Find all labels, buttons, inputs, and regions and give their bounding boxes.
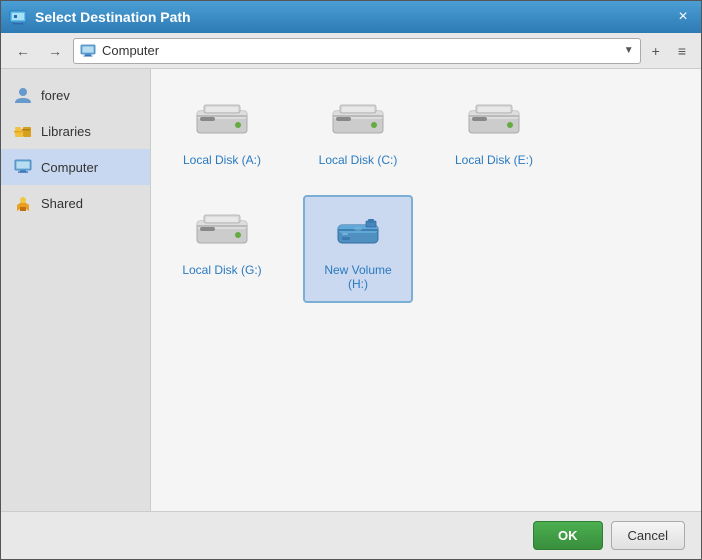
select-destination-dialog: Select Destination Path × ← → Computer ▼… — [0, 0, 702, 560]
cancel-button[interactable]: Cancel — [611, 521, 685, 550]
usb-icon-h — [328, 207, 388, 255]
new-folder-button[interactable]: + — [645, 39, 667, 63]
sidebar-item-shared[interactable]: Shared — [1, 185, 150, 221]
file-item-volume-h[interactable]: New Volume (H:) — [303, 195, 413, 303]
sidebar-item-computer[interactable]: Computer — [1, 149, 150, 185]
file-label-disk-a: Local Disk (A:) — [183, 153, 261, 167]
hdd-icon-e — [464, 97, 524, 145]
sidebar-item-forev[interactable]: forev — [1, 77, 150, 113]
file-grid: Local Disk (A:) Local Disk (C:) — [167, 85, 685, 303]
address-dropdown-icon[interactable]: ▼ — [624, 45, 634, 56]
user-icon — [13, 85, 33, 105]
sidebar: forev Libraries — [1, 69, 151, 511]
sidebar-shared-label: Shared — [41, 196, 83, 211]
file-item-disk-c[interactable]: Local Disk (C:) — [303, 85, 413, 179]
bottom-bar: OK Cancel — [1, 511, 701, 559]
file-label-disk-g: Local Disk (G:) — [182, 263, 261, 277]
address-text: Computer — [102, 43, 618, 58]
hdd-icon-a — [192, 97, 252, 145]
sidebar-item-libraries[interactable]: Libraries — [1, 113, 150, 149]
file-item-disk-a[interactable]: Local Disk (A:) — [167, 85, 277, 179]
hdd-icon-g — [192, 207, 252, 255]
title-bar: Select Destination Path × — [1, 1, 701, 33]
dialog-icon — [9, 8, 27, 26]
sidebar-libraries-label: Libraries — [41, 124, 91, 139]
toolbar: ← → Computer ▼ + ≡ — [1, 33, 701, 69]
libraries-icon — [13, 121, 33, 141]
file-label-disk-c: Local Disk (C:) — [319, 153, 398, 167]
file-area: Local Disk (A:) Local Disk (C:) — [151, 69, 701, 511]
close-button[interactable]: × — [673, 7, 693, 27]
file-item-disk-g[interactable]: Local Disk (G:) — [167, 195, 277, 303]
dialog-title: Select Destination Path — [35, 9, 673, 25]
computer-icon — [13, 157, 33, 177]
hdd-icon-c — [328, 97, 388, 145]
shared-icon — [13, 193, 33, 213]
main-content: forev Libraries — [1, 69, 701, 511]
forward-button[interactable]: → — [41, 39, 69, 63]
sidebar-forev-label: forev — [41, 88, 70, 103]
view-button[interactable]: ≡ — [671, 39, 693, 63]
file-label-volume-h: New Volume (H:) — [315, 263, 401, 291]
address-bar[interactable]: Computer ▼ — [73, 38, 641, 64]
file-item-disk-e[interactable]: Local Disk (E:) — [439, 85, 549, 179]
sidebar-computer-label: Computer — [41, 160, 98, 175]
file-label-disk-e: Local Disk (E:) — [455, 153, 533, 167]
address-computer-icon — [80, 43, 96, 59]
back-button[interactable]: ← — [9, 39, 37, 63]
ok-button[interactable]: OK — [533, 521, 603, 550]
